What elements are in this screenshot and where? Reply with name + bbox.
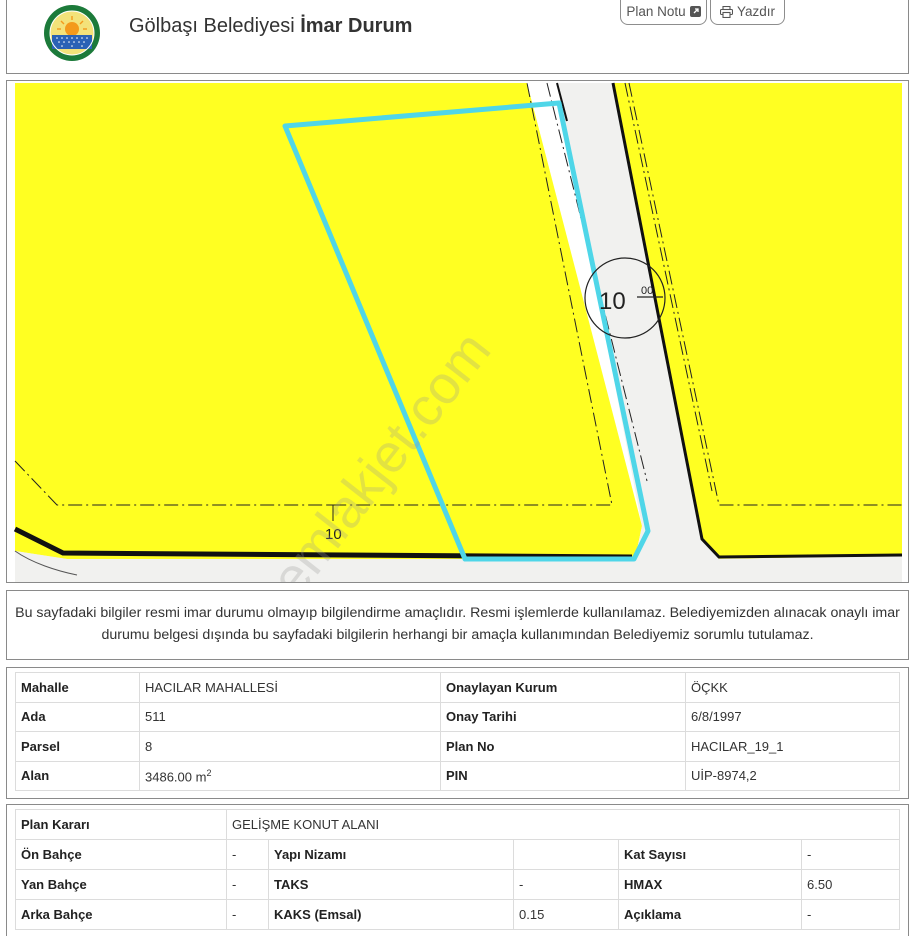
parcel-info-table: Mahalle HACILAR MAHALLESİ Onaylayan Kuru… xyxy=(15,672,900,791)
onaylayan-kurum-label: Onaylayan Kurum xyxy=(440,672,686,703)
alan-cell: 3486.00 m2 xyxy=(139,760,441,791)
yan-bahce-label: Yan Bahçe xyxy=(15,869,227,900)
yazdir-label: Yazdır xyxy=(736,4,775,19)
page-title: Gölbaşı Belediyesi İmar Durum xyxy=(129,15,412,38)
yazdir-button[interactable]: Yazdır xyxy=(710,0,785,25)
aciklama-value: - xyxy=(801,899,900,930)
pin-label: PIN xyxy=(440,760,686,791)
road-width-label: 10 xyxy=(599,288,626,315)
alan-value: 3486.00 m xyxy=(145,768,207,784)
yapi-nizami-value xyxy=(513,839,619,870)
taks-value: - xyxy=(513,869,619,900)
golbasi-municipality-seal-icon xyxy=(44,5,100,61)
parcel-info-panel: Mahalle HACILAR MAHALLESİ Onaylayan Kuru… xyxy=(6,667,909,799)
parsel-value: 8 xyxy=(139,731,441,762)
ada-label: Ada xyxy=(15,701,140,732)
page-header: Gölbaşı Belediyesi İmar Durum Plan Notu … xyxy=(6,0,909,74)
yapi-nizami-label: Yapı Nizamı xyxy=(268,839,514,870)
arka-bahce-value: - xyxy=(226,899,269,930)
external-link-icon xyxy=(689,6,701,17)
alan-unit-exponent: 2 xyxy=(206,767,212,778)
table-row: Ön Bahçe - Yapı Nizamı Kat Sayısı - xyxy=(15,839,900,870)
alan-label: Alan xyxy=(15,760,140,791)
table-row: Mahalle HACILAR MAHALLESİ Onaylayan Kuru… xyxy=(15,672,900,703)
onay-tarihi-label: Onay Tarihi xyxy=(440,701,686,732)
table-row: Arka Bahçe - KAKS (Emsal) 0.15 Açıklama … xyxy=(15,899,900,930)
on-bahce-label: Ön Bahçe xyxy=(15,839,227,870)
pin-value: UİP-8974,2 xyxy=(685,760,900,791)
yan-bahce-value: - xyxy=(226,869,269,900)
plan-no-label: Plan No xyxy=(440,731,686,762)
on-bahce-value: - xyxy=(226,839,269,870)
title-municipality: Gölbaşı Belediyesi xyxy=(129,15,295,37)
ada-value: 511 xyxy=(139,701,441,732)
table-row: Plan Kararı GELİŞME KONUT ALANI xyxy=(15,809,900,840)
onaylayan-kurum-value: ÖÇKK xyxy=(685,672,900,703)
mahalle-value: HACILAR MAHALLESİ xyxy=(139,672,441,703)
aciklama-label: Açıklama xyxy=(618,899,802,930)
parsel-label: Parsel xyxy=(15,731,140,762)
hmax-label: HMAX xyxy=(618,869,802,900)
table-row: Yan Bahçe - TAKS - HMAX 6.50 xyxy=(15,869,900,900)
onay-tarihi-value: 6/8/1997 xyxy=(685,701,900,732)
plan-no-value: HACILAR_19_1 xyxy=(685,731,900,762)
arka-bahce-label: Arka Bahçe xyxy=(15,899,227,930)
zoning-map[interactable]: 10 00 10 emlakjet.com xyxy=(6,80,909,583)
kaks-value: 0.15 xyxy=(513,899,619,930)
printer-icon xyxy=(719,5,733,18)
title-imar-durum: İmar Durum xyxy=(300,15,413,37)
plan-karari-value: GELİŞME KONUT ALANI xyxy=(226,809,900,840)
kaks-label: KAKS (Emsal) xyxy=(268,899,514,930)
table-row: Alan 3486.00 m2 PIN UİP-8974,2 xyxy=(15,760,900,791)
plan-notu-label: Plan Notu xyxy=(626,4,686,19)
hmax-value: 6.50 xyxy=(801,869,900,900)
kat-sayisi-label: Kat Sayısı xyxy=(618,839,802,870)
table-row: Parsel 8 Plan No HACILAR_19_1 xyxy=(15,731,900,762)
kat-sayisi-value: - xyxy=(801,839,900,870)
plan-karari-label: Plan Kararı xyxy=(15,809,227,840)
disclaimer-notice: Bu sayfadaki bilgiler resmi imar durumu … xyxy=(6,590,909,660)
table-row: Ada 511 Onay Tarihi 6/8/1997 xyxy=(15,701,900,732)
plan-info-table: Plan Kararı GELİŞME KONUT ALANI Ön Bahçe… xyxy=(15,809,900,930)
road-width-sub-label: 00 xyxy=(641,285,653,297)
plan-info-panel: Plan Kararı GELİŞME KONUT ALANI Ön Bahçe… xyxy=(6,804,909,936)
plan-notu-button[interactable]: Plan Notu xyxy=(620,0,707,25)
taks-label: TAKS xyxy=(268,869,514,900)
mahalle-label: Mahalle xyxy=(15,672,140,703)
zoning-map-canvas[interactable]: 10 00 10 emlakjet.com xyxy=(7,81,909,583)
